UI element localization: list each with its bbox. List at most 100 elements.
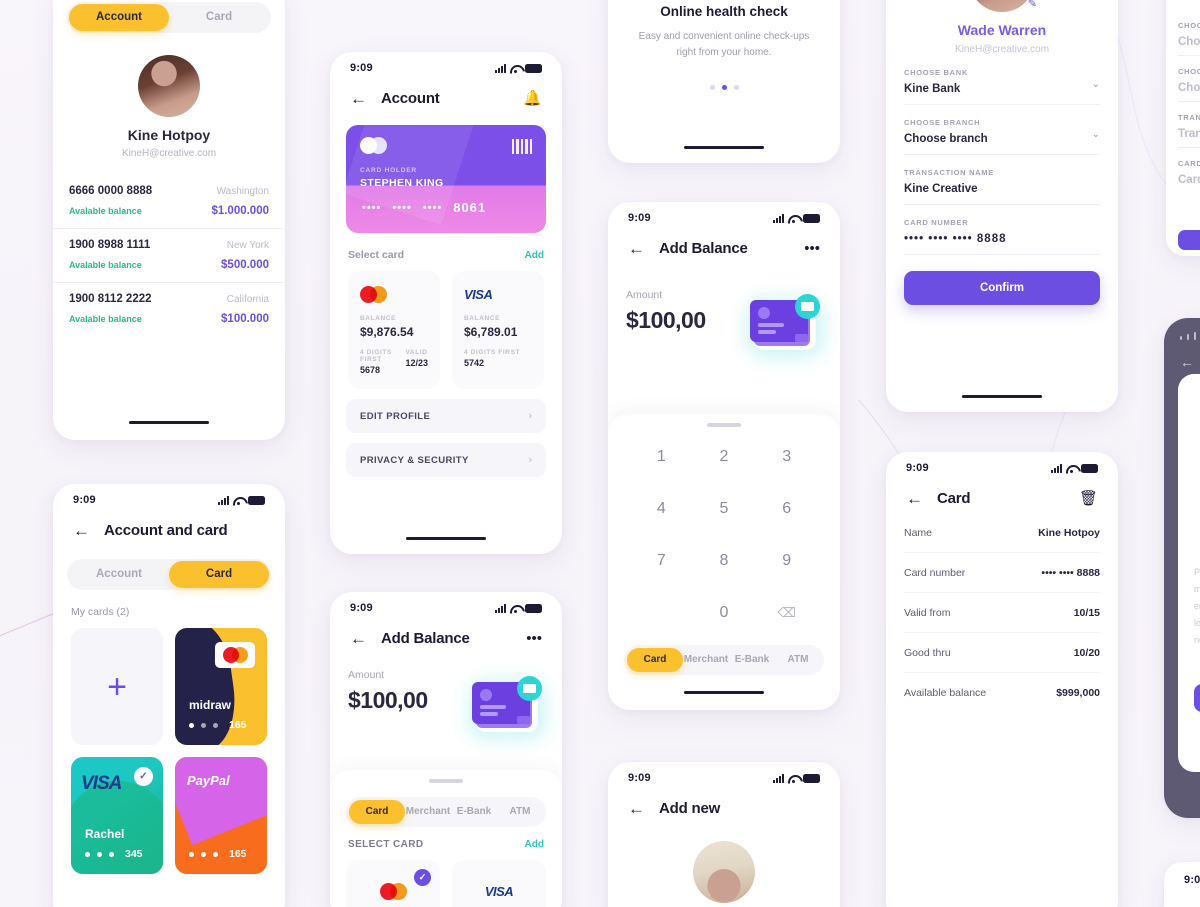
back-arrow-icon[interactable]: ← (73, 522, 90, 539)
tab-merchant[interactable]: Merchant (405, 800, 451, 824)
card-last-digits: 345 (125, 848, 143, 860)
wifi-icon (510, 604, 521, 613)
field-label: CHOOSE BANK (904, 68, 968, 77)
segment-card[interactable]: Card (169, 561, 269, 588)
mini-card[interactable]: BALANCE $9,876.54 4 DIGITS FIRST 5678 VA… (348, 271, 440, 389)
detail-key: Name (904, 527, 933, 539)
payment-method-tabs[interactable]: Card Merchant E-Bank ATM (624, 644, 824, 675)
tab-ebank[interactable]: E-Bank (729, 648, 775, 672)
status-time: 9:09 (1184, 874, 1200, 886)
edge-field[interactable]: CHOO Choo (1178, 10, 1200, 56)
tab-card[interactable]: Card (349, 799, 405, 824)
field-label: CHOO (1178, 21, 1200, 30)
featured-card[interactable]: CARD HOLDER STEPHEN KING •••• •••• •••• … (346, 125, 546, 233)
sheet-grabber[interactable] (429, 779, 463, 783)
plus-icon: + (107, 667, 127, 706)
tab-merchant[interactable]: Merchant (683, 648, 729, 672)
battery-icon (525, 603, 542, 613)
key-6[interactable]: 6 (755, 485, 818, 533)
trash-icon[interactable]: 🗑 (1079, 491, 1098, 506)
signal-icon (1051, 463, 1062, 473)
account-row[interactable]: 1900 8988 1111 New York Avalable balance… (53, 228, 285, 282)
key-9[interactable]: 9 (755, 537, 818, 585)
edge-field[interactable]: CARD Card (1178, 148, 1200, 193)
visa-logo: VISA (484, 884, 514, 899)
account-row[interactable]: 6666 0000 8888 Washington Avalable balan… (53, 175, 285, 228)
confirm-button[interactable]: Confirm (904, 271, 1100, 305)
wifi-icon (233, 496, 244, 505)
bell-icon[interactable]: 🔔 (523, 91, 542, 106)
balance-value: $9,876.54 (360, 325, 414, 339)
home-indicator (962, 394, 1042, 398)
account-screen: Account Card Kine Hotpoy KineH@creative.… (53, 0, 285, 440)
account-card-segmented-control[interactable]: Account Card (67, 2, 271, 33)
add-card-link[interactable]: Add (525, 250, 544, 261)
back-arrow-icon[interactable]: ← (628, 800, 645, 817)
key-7[interactable]: 7 (630, 537, 693, 585)
user-avatar[interactable]: ✎ (969, 0, 1037, 12)
back-arrow-icon[interactable]: ← (350, 90, 367, 107)
more-horizontal-icon[interactable]: ••• (804, 241, 820, 256)
signal-icon (495, 63, 506, 73)
digits-value: 5678 (360, 365, 381, 375)
select-card-label: SELECT CARD (348, 838, 424, 850)
field-card-number[interactable]: CARD NUMBER •••• •••• •••• 8888 (904, 205, 1100, 255)
mask-group: •••• (422, 201, 443, 214)
add-card-tile[interactable]: + (71, 628, 163, 745)
tab-ebank[interactable]: E-Bank (451, 800, 497, 824)
detail-key: Available balance (904, 687, 987, 699)
field-choose-bank[interactable]: CHOOSE BANK Kine Bank ⌄ (904, 55, 1100, 105)
card-tile-midraw[interactable]: midraw 165 (175, 628, 267, 745)
key-5[interactable]: 5 (693, 485, 756, 533)
page-dots[interactable] (608, 85, 840, 90)
back-arrow-icon[interactable]: ← (350, 630, 367, 647)
account-card-segmented-control[interactable]: Account Card (67, 559, 271, 590)
user-name: Wade Warren (957, 22, 1047, 38)
key-1[interactable]: 1 (630, 433, 693, 481)
chevron-down-icon[interactable]: ⌄ (1092, 79, 1100, 90)
numeric-keypad[interactable]: 1 2 3 4 5 6 7 8 9 0 ⌫ (608, 427, 840, 637)
edge-field[interactable]: CHOO Choo (1178, 56, 1200, 102)
segment-account[interactable]: Account (69, 561, 169, 588)
nav-bar: ← Add Balance ••• (330, 616, 562, 653)
key-4[interactable]: 4 (630, 485, 693, 533)
account-number: 1900 8112 2222 (69, 293, 152, 305)
my-cards-label: My cards (2) (71, 606, 130, 618)
add-card-link[interactable]: Add (525, 839, 544, 850)
detail-value: •••• •••• 8888 (1041, 567, 1100, 579)
mini-card[interactable]: VISA BALANCE $6,789.01 4 DIGITS FIRST 57… (452, 271, 544, 389)
backspace-icon[interactable]: ⌫ (755, 589, 818, 637)
key-2[interactable]: 2 (693, 433, 756, 481)
chevron-down-icon[interactable]: ⌄ (1092, 129, 1100, 140)
field-choose-branch[interactable]: CHOOSE BRANCH Choose branch ⌄ (904, 105, 1100, 155)
segment-account[interactable]: Account (69, 4, 169, 31)
modal-line: ne (1194, 635, 1200, 646)
page-title: Add Balance (381, 630, 470, 647)
card-tile-visa[interactable]: VISA ✓ Rachel 345 (71, 757, 163, 874)
menu-row-edit-profile[interactable]: EDIT PROFILE › (346, 399, 546, 433)
mask-group: •••• (362, 201, 382, 214)
modal-primary-button[interactable] (1194, 684, 1200, 712)
tab-atm[interactable]: ATM (497, 800, 543, 824)
edge-field[interactable]: TRANS Tran (1178, 102, 1200, 148)
account-row[interactable]: 1900 8112 2222 California Avalable balan… (53, 282, 285, 336)
tab-card[interactable]: Card (627, 647, 683, 672)
more-horizontal-icon[interactable]: ••• (526, 631, 542, 646)
pencil-icon[interactable]: ✎ (1028, 0, 1037, 10)
key-0[interactable]: 0 (693, 589, 756, 637)
key-3[interactable]: 3 (755, 433, 818, 481)
user-name: Kine Hotpoy (127, 127, 211, 143)
payment-method-tabs[interactable]: Card Merchant E-Bank ATM (346, 796, 546, 827)
card-tile-paypal[interactable]: PayPal 165 (175, 757, 267, 874)
back-arrow-icon[interactable]: ← (906, 490, 923, 507)
pay-card-visa[interactable]: VISA (452, 859, 546, 907)
key-8[interactable]: 8 (693, 537, 756, 585)
pay-card-mastercard[interactable]: ✓ (346, 859, 440, 907)
back-arrow-icon[interactable]: ← (1180, 354, 1194, 370)
segment-card[interactable]: Card (169, 4, 269, 31)
tab-atm[interactable]: ATM (775, 648, 821, 672)
edge-confirm-button[interactable] (1178, 230, 1200, 250)
back-arrow-icon[interactable]: ← (628, 240, 645, 257)
menu-row-privacy-security[interactable]: PRIVACY & SECURITY › (346, 443, 546, 477)
field-transaction-name[interactable]: TRANSACTION NAME Kine Creative (904, 155, 1100, 205)
